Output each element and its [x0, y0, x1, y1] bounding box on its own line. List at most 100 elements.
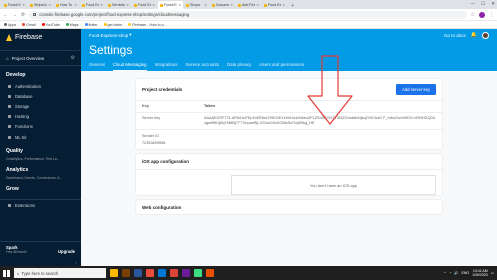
- sidebar-section-title[interactable]: Analytics: [0, 161, 81, 176]
- tab-integrations[interactable]: Integrations: [155, 62, 178, 71]
- url-bar[interactable]: console.firebase.google.com/project/food…: [29, 10, 467, 19]
- bookmark-item[interactable]: Apps: [4, 23, 16, 27]
- profile-avatar[interactable]: [479, 11, 485, 18]
- tray-chevron-icon[interactable]: ^: [444, 271, 446, 275]
- back-icon[interactable]: ←: [3, 12, 8, 18]
- app-icon-4[interactable]: [182, 269, 190, 277]
- browser-tab[interactable]: Add Fireb✕: [236, 1, 261, 9]
- close-tab-icon[interactable]: ✕: [100, 3, 103, 7]
- column-header-key: Key: [142, 104, 149, 108]
- android-studio-icon[interactable]: [194, 269, 202, 277]
- close-tab-icon[interactable]: ✕: [178, 3, 181, 7]
- clock[interactable]: 10:41 AM 1/30/2020: [472, 269, 488, 277]
- gear-icon[interactable]: ⚙: [71, 55, 75, 61]
- tab-cloud-messaging[interactable]: Cloud Messaging: [112, 62, 147, 71]
- tab-general[interactable]: General: [89, 62, 105, 71]
- tab-favicon-icon: [212, 3, 215, 7]
- taskbar-search[interactable]: ⌕ Type here to search: [14, 268, 106, 278]
- star-icon[interactable]: ☆: [471, 12, 475, 18]
- windows-taskbar: ⌕ Type here to search ^ ◔ 🔊 ENG 10:41 AM…: [0, 266, 497, 280]
- app-icon-1[interactable]: [122, 269, 130, 277]
- sidebar-section-title[interactable]: Quality: [0, 142, 81, 157]
- forward-icon[interactable]: →: [12, 12, 17, 18]
- sender-id-section: Sender ID 72353459558: [136, 129, 442, 149]
- close-tab-icon[interactable]: ✕: [204, 3, 207, 7]
- tab-favicon-icon: [108, 3, 111, 7]
- credentials-table: Key Token Server key AAAAEDSFT21:APA91bF…: [136, 100, 442, 129]
- close-window-icon[interactable]: ✕: [491, 1, 495, 7]
- upgrade-button[interactable]: Upgrade: [58, 249, 75, 254]
- bookmark-item[interactable]: Firebase - How to p...: [128, 23, 167, 27]
- tab-title: How To Se: [60, 3, 73, 7]
- sidebar-item-label: Hosting: [15, 114, 29, 120]
- page-title: Settings: [89, 43, 133, 57]
- browser-tab[interactable]: Food Exp✕: [262, 1, 287, 9]
- sidebar-item-hosting[interactable]: Hosting: [0, 112, 81, 122]
- reload-icon[interactable]: ⟳: [21, 12, 25, 18]
- sidebar-item-functions[interactable]: Functions: [0, 122, 81, 132]
- top-bar: Food-Express-shop ▾ Go to docs 🔔: [81, 29, 497, 41]
- language-indicator[interactable]: ENG: [462, 271, 470, 275]
- sidebar-section-title[interactable]: Develop: [0, 66, 81, 81]
- bookmark-item[interactable]: Maps: [65, 23, 79, 27]
- project-selector[interactable]: Food-Express-shop ▾: [89, 32, 132, 38]
- browser-tab[interactable]: Servlets ✕: [106, 1, 131, 9]
- close-tab-icon[interactable]: ✕: [22, 3, 25, 7]
- browser-tab[interactable]: How To Se✕: [54, 1, 79, 9]
- minimize-icon[interactable]: —: [471, 1, 476, 7]
- firebase-brand[interactable]: Firebase: [0, 29, 81, 46]
- app-icon-3[interactable]: [158, 269, 166, 277]
- browser-tab[interactable]: Food Expr✕: [80, 1, 105, 9]
- sidebar-item-label: Database: [15, 93, 33, 99]
- collapse-sidebar-icon[interactable]: ‹: [76, 260, 77, 265]
- close-tab-icon[interactable]: ✕: [48, 3, 51, 7]
- sidebar-item-storage[interactable]: Storage: [0, 101, 81, 111]
- tab-data-privacy[interactable]: Data privacy: [227, 62, 251, 71]
- bookmark-icon: [41, 23, 45, 26]
- docs-link[interactable]: Go to docs: [444, 33, 466, 38]
- bookmark-item[interactable]: Gmail: [22, 23, 36, 27]
- browser-tab[interactable]: Fossil Exo✕: [2, 1, 27, 9]
- browser-tab[interactable]: Document✕: [210, 1, 235, 9]
- sidebar-item-extensions[interactable]: Extensions: [0, 200, 81, 210]
- notification-center-icon[interactable]: ▭: [491, 271, 494, 275]
- close-tab-icon[interactable]: ✕: [126, 3, 129, 7]
- browser-tab[interactable]: Shops ✕: [184, 1, 209, 9]
- word-icon[interactable]: [134, 269, 142, 277]
- add-server-key-button[interactable]: Add server key: [396, 84, 436, 95]
- maximize-icon[interactable]: ☐: [481, 1, 485, 7]
- bookmark-item[interactable]: flutter: [84, 23, 98, 27]
- network-icon[interactable]: ◔: [449, 271, 451, 275]
- close-tab-icon[interactable]: ✕: [152, 3, 155, 7]
- bookmark-item[interactable]: YouTube: [41, 23, 60, 27]
- sidebar-item-database[interactable]: Database: [0, 91, 81, 101]
- app-icon-5[interactable]: [206, 269, 214, 277]
- volume-icon[interactable]: 🔊: [454, 271, 458, 275]
- tab-favicon-icon: [186, 3, 189, 7]
- sender-id-value[interactable]: 72353459558: [142, 141, 436, 145]
- notifications-icon[interactable]: 🔔: [471, 32, 477, 38]
- bookmark-item[interactable]: get token: [103, 23, 122, 27]
- server-key-token[interactable]: AAAAEDSFT21:APA91bFEpXvEEfmLR9KGEXzVhHu4…: [204, 116, 436, 126]
- browser-tab[interactable]: Fossil Exp✕: [158, 1, 183, 9]
- tab-users-and-permissions[interactable]: Users and permissions: [259, 62, 304, 71]
- tab-service-accounts[interactable]: Service accounts: [186, 62, 219, 71]
- close-tab-icon[interactable]: ✕: [256, 3, 259, 7]
- close-tab-icon[interactable]: ✕: [282, 3, 285, 7]
- settings-tabs: General Cloud Messaging Integrations Servic…: [89, 62, 489, 71]
- sidebar-section-title[interactable]: Grow: [0, 180, 81, 195]
- menu-icon[interactable]: ⋮: [489, 12, 494, 18]
- browser-tab[interactable]: Food Exp✕: [132, 1, 157, 9]
- chrome-icon[interactable]: [170, 269, 178, 277]
- project-overview-link[interactable]: ⌂ Project Overview ⚙: [0, 50, 81, 66]
- app-icon-2[interactable]: [146, 269, 154, 277]
- close-tab-icon[interactable]: ✕: [74, 3, 77, 7]
- windows-start-icon[interactable]: [3, 269, 10, 277]
- sidebar-item-authentication[interactable]: Authentication: [0, 81, 81, 91]
- file-explorer-icon[interactable]: [110, 269, 118, 277]
- account-avatar[interactable]: [482, 31, 489, 39]
- sidebar-item-label: Authentication: [15, 83, 41, 89]
- sidebar-item-ml-kit[interactable]: ML Kit: [0, 132, 81, 142]
- close-tab-icon[interactable]: ✕: [230, 3, 233, 7]
- browser-tab[interactable]: Stripe/co ✕: [28, 1, 53, 9]
